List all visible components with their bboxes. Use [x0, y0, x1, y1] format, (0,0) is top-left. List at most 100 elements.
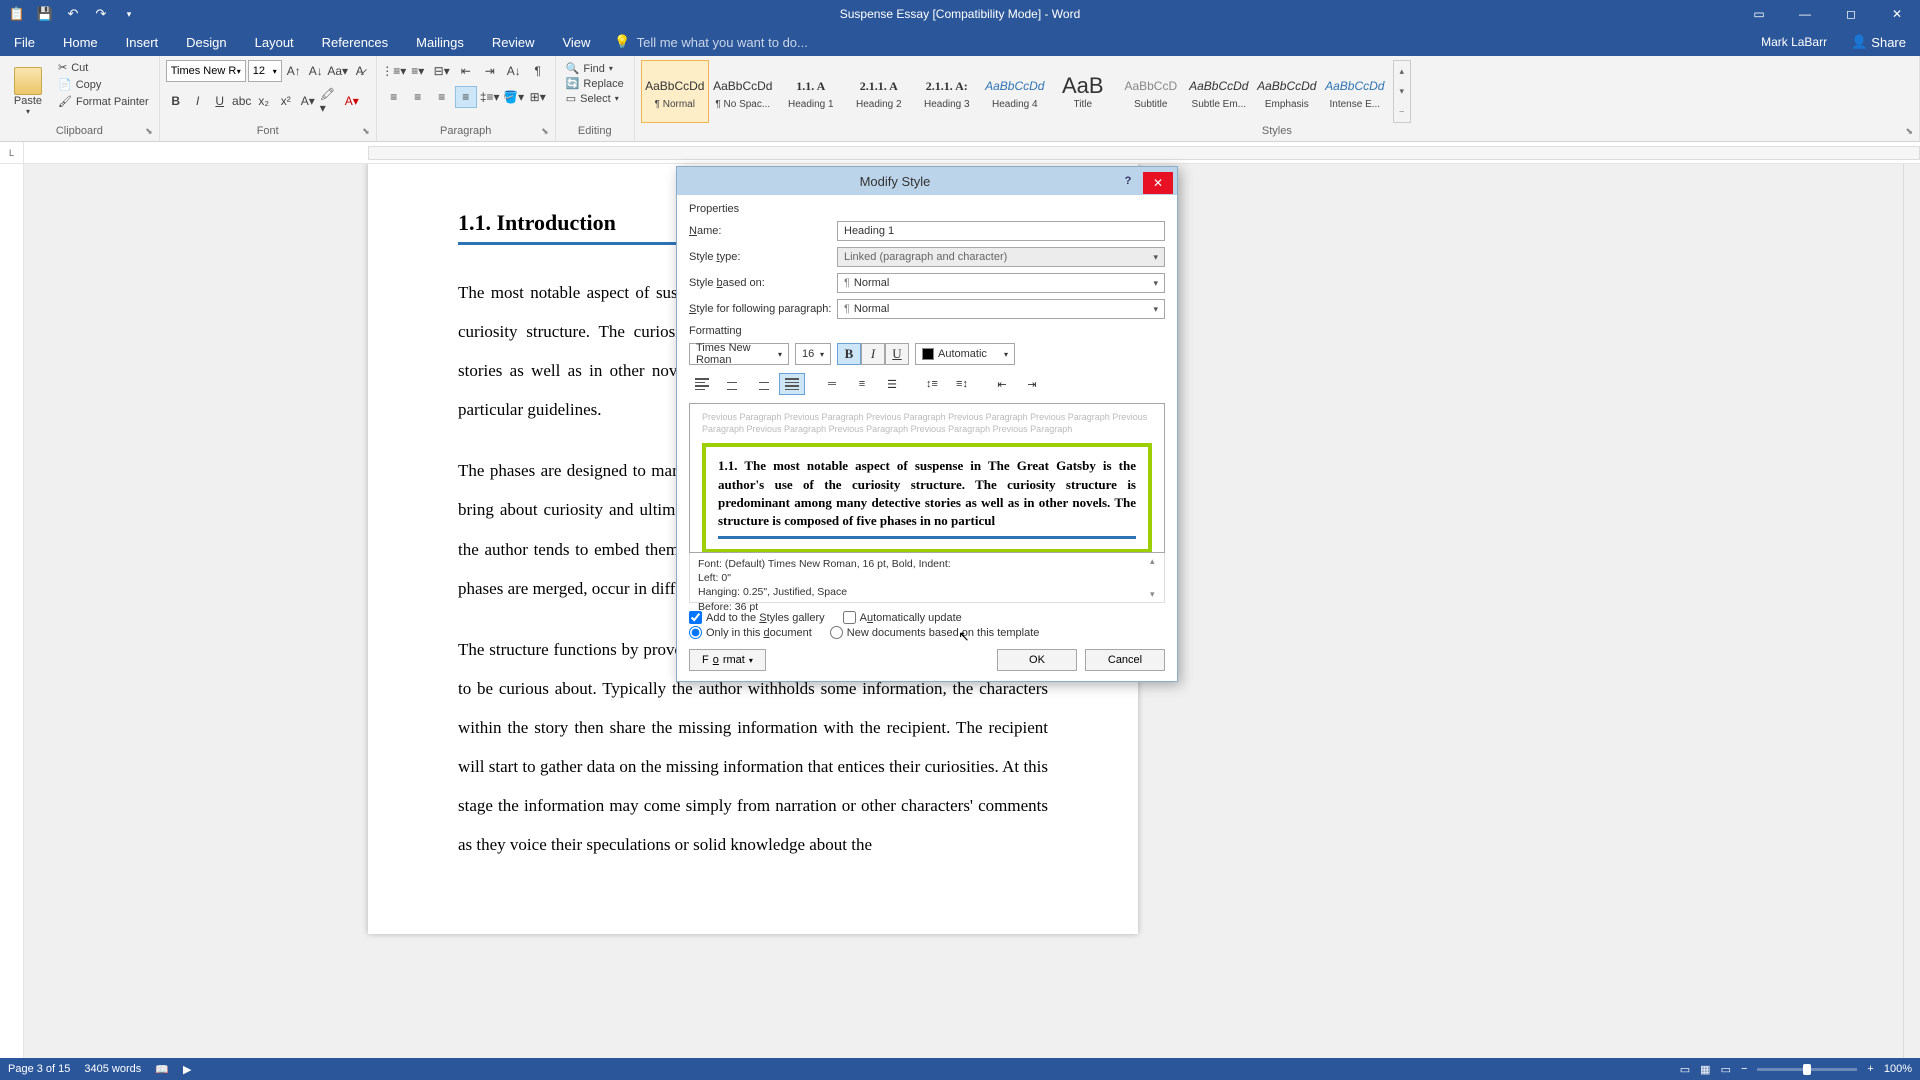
dlg-spacing-15[interactable]: ≡: [849, 373, 875, 395]
style-item[interactable]: AaBbCcDdSubtle Em...: [1185, 60, 1253, 123]
grow-font-icon[interactable]: A↑: [284, 60, 304, 82]
style-item[interactable]: AaBbCcDd¶ No Spac...: [709, 60, 777, 123]
bold-button[interactable]: B: [166, 90, 186, 112]
styles-more[interactable]: ▴▾⎯: [1393, 60, 1411, 123]
tab-references[interactable]: References: [308, 28, 402, 56]
undo-icon[interactable]: ↶: [64, 5, 82, 23]
zoom-in-icon[interactable]: +: [1867, 1063, 1873, 1075]
replace-button[interactable]: 🔄Replace: [566, 77, 624, 90]
format-button[interactable]: Format ▾: [689, 649, 766, 671]
desc-scroll-down-icon[interactable]: ▾: [1150, 588, 1162, 600]
dlg-align-justify[interactable]: [779, 373, 805, 395]
spellcheck-icon[interactable]: 📖: [155, 1063, 169, 1076]
ribbon-display-icon[interactable]: ▭: [1736, 0, 1782, 28]
clear-format-icon[interactable]: A̷: [350, 60, 370, 82]
tab-home[interactable]: Home: [49, 28, 112, 56]
align-center-icon[interactable]: ≡: [407, 86, 429, 108]
style-item[interactable]: 2.1.1. AHeading 2: [845, 60, 913, 123]
dlg-align-left[interactable]: [689, 373, 715, 395]
zoom-out-icon[interactable]: −: [1741, 1063, 1747, 1075]
sort-icon[interactable]: A↓: [503, 60, 525, 82]
macro-icon[interactable]: ▶: [183, 1063, 191, 1076]
multilevel-icon[interactable]: ⊟▾: [431, 60, 453, 82]
read-mode-icon[interactable]: ▭: [1680, 1063, 1690, 1076]
save-icon[interactable]: 💾: [36, 5, 54, 23]
style-item[interactable]: 1.1. AHeading 1: [777, 60, 845, 123]
align-justify-icon[interactable]: ≡: [455, 86, 477, 108]
cut-button[interactable]: ✂Cut: [54, 60, 153, 75]
tab-mailings[interactable]: Mailings: [402, 28, 478, 56]
dlg-underline-button[interactable]: U: [885, 343, 909, 365]
decrease-indent-icon[interactable]: ⇤: [455, 60, 477, 82]
italic-button[interactable]: I: [188, 90, 208, 112]
font-name-combo[interactable]: Times New R▾: [166, 60, 246, 82]
styles-launcher-icon[interactable]: ⬊: [1905, 126, 1913, 137]
help-icon[interactable]: ?: [1113, 167, 1143, 195]
find-button[interactable]: 🔍Find▾: [566, 62, 624, 75]
dlg-bold-button[interactable]: B: [837, 343, 861, 365]
bullets-icon[interactable]: ⋮≡▾: [383, 60, 405, 82]
redo-icon[interactable]: ↷: [92, 5, 110, 23]
tab-layout[interactable]: Layout: [241, 28, 308, 56]
dlg-spacing-1[interactable]: ═: [819, 373, 845, 395]
font-color-icon[interactable]: A▾: [342, 90, 362, 112]
tab-insert[interactable]: Insert: [112, 28, 173, 56]
minimize-icon[interactable]: —: [1782, 0, 1828, 28]
word-count[interactable]: 3405 words: [84, 1063, 141, 1076]
desc-scroll-up-icon[interactable]: ▴: [1150, 555, 1162, 567]
font-size-combo[interactable]: 12▾: [248, 60, 282, 82]
style-item[interactable]: AaBbCcDdIntense E...: [1321, 60, 1389, 123]
clipboard-launcher-icon[interactable]: ⬊: [145, 126, 153, 137]
dlg-align-center[interactable]: [719, 373, 745, 395]
copy-button[interactable]: 📄Copy: [54, 77, 153, 92]
new-documents-radio[interactable]: New documents based on this template: [830, 626, 1040, 639]
font-launcher-icon[interactable]: ⬊: [362, 126, 370, 137]
styles-gallery[interactable]: AaBbCcDd¶ NormalAaBbCcDd¶ No Spac...1.1.…: [641, 60, 1389, 123]
qat-customize-icon[interactable]: ▾: [120, 5, 138, 23]
web-layout-icon[interactable]: ▭: [1721, 1063, 1731, 1076]
borders-icon[interactable]: ⊞▾: [527, 86, 549, 108]
paste-button[interactable]: Paste ▾: [6, 60, 50, 123]
only-document-radio[interactable]: Only in this document: [689, 626, 812, 639]
user-name[interactable]: Mark LaBarr: [1751, 28, 1837, 56]
numbering-icon[interactable]: ≡▾: [407, 60, 429, 82]
style-item[interactable]: 2.1.1. A:Heading 3: [913, 60, 981, 123]
maximize-icon[interactable]: ◻: [1828, 0, 1874, 28]
tell-me-search[interactable]: 💡Tell me what you want to do...: [604, 28, 817, 56]
dlg-align-right[interactable]: [749, 373, 775, 395]
style-item[interactable]: AaBbCcDdHeading 4: [981, 60, 1049, 123]
style-item[interactable]: AaBbCcDd¶ Normal: [641, 60, 709, 123]
shading-icon[interactable]: 🪣▾: [503, 86, 525, 108]
change-case-icon[interactable]: Aa▾: [328, 60, 348, 82]
select-button[interactable]: ▭Select▾: [566, 92, 624, 105]
zoom-level[interactable]: 100%: [1884, 1063, 1912, 1075]
dlg-decrease-indent[interactable]: ⇤: [989, 373, 1015, 395]
dlg-color-combo[interactable]: Automatic▾: [915, 343, 1015, 365]
dlg-font-combo[interactable]: Times New Roman▾: [689, 343, 789, 365]
page-indicator[interactable]: Page 3 of 15: [8, 1063, 70, 1076]
highlight-icon[interactable]: 🖍▾: [320, 90, 340, 112]
vertical-scrollbar[interactable]: [1903, 164, 1920, 1058]
tab-design[interactable]: Design: [172, 28, 240, 56]
increase-indent-icon[interactable]: ⇥: [479, 60, 501, 82]
subscript-button[interactable]: x₂: [254, 90, 274, 112]
print-layout-icon[interactable]: ▦: [1700, 1063, 1710, 1076]
dialog-titlebar[interactable]: Modify Style ? ✕: [677, 167, 1177, 195]
cancel-button[interactable]: Cancel: [1085, 649, 1165, 671]
vertical-ruler[interactable]: [0, 164, 24, 1058]
file-tab[interactable]: File: [0, 28, 49, 56]
show-marks-icon[interactable]: ¶: [527, 60, 549, 82]
share-button[interactable]: 👤Share: [1837, 28, 1920, 56]
text-effects-icon[interactable]: A▾: [298, 90, 318, 112]
style-item[interactable]: AaBbCcDdEmphasis: [1253, 60, 1321, 123]
close-window-icon[interactable]: ✕: [1874, 0, 1920, 28]
tab-review[interactable]: Review: [478, 28, 549, 56]
name-field[interactable]: Heading 1: [837, 221, 1165, 241]
based-on-field[interactable]: ¶Normal▾: [837, 273, 1165, 293]
following-field[interactable]: ¶Normal▾: [837, 299, 1165, 319]
dlg-italic-button[interactable]: I: [861, 343, 885, 365]
zoom-slider[interactable]: [1757, 1068, 1857, 1071]
ok-button[interactable]: OK: [997, 649, 1077, 671]
line-spacing-icon[interactable]: ‡≡▾: [479, 86, 501, 108]
format-painter-button[interactable]: 🖌Format Painter: [54, 94, 153, 109]
